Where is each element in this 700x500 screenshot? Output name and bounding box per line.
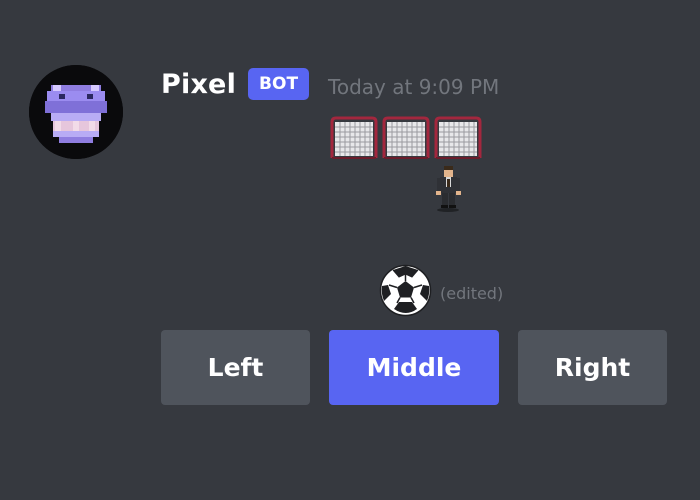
message-header: Pixel BOT Today at 9:09 PM xyxy=(161,64,499,104)
author-name[interactable]: Pixel xyxy=(161,69,236,100)
goal-net-icon xyxy=(381,116,431,160)
middle-button[interactable]: Middle xyxy=(329,330,499,405)
goal-net-icon xyxy=(329,116,379,160)
avatar[interactable] xyxy=(29,65,123,159)
goalkeeper-icon xyxy=(431,164,465,216)
right-button[interactable]: Right xyxy=(518,330,667,405)
goal-net-icon xyxy=(433,116,483,160)
pixel-avatar-icon xyxy=(29,65,123,159)
left-button[interactable]: Left xyxy=(161,330,310,405)
timestamp[interactable]: Today at 9:09 PM xyxy=(328,75,499,99)
edited-label: (edited) xyxy=(440,284,504,303)
bot-tag: BOT xyxy=(248,68,310,100)
soccer-ball-icon xyxy=(379,264,432,317)
